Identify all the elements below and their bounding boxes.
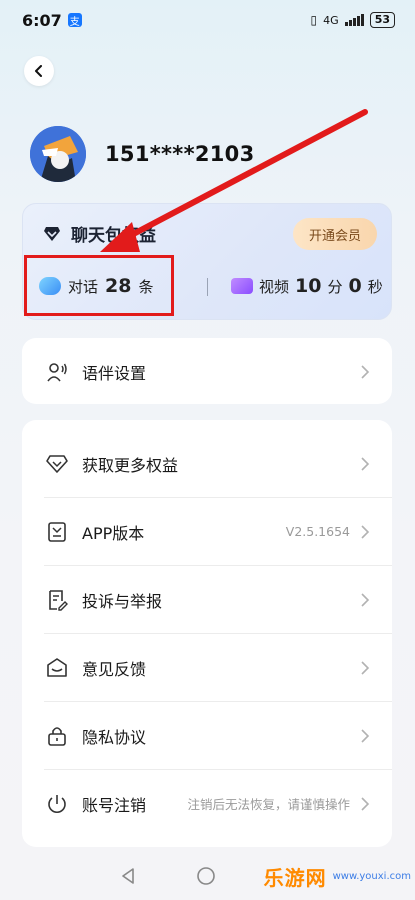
watermark-logo: 乐游网 www.youxi.com (241, 854, 411, 898)
status-bar: 6:07 支 ▯ 4G 53 (0, 0, 415, 40)
chevron-right-icon (361, 592, 370, 607)
status-left: 6:07 支 (22, 11, 82, 30)
home-circle-icon[interactable] (196, 866, 216, 886)
watermark-main: 乐游网 (263, 865, 327, 890)
vibrate-icon: ▯ (310, 13, 318, 27)
chevron-right-icon (361, 456, 370, 471)
chevron-right-icon (361, 796, 370, 811)
vip-button[interactable]: 开通会员 (293, 218, 377, 250)
menu-item-privacy[interactable]: 隐私协议 (22, 702, 392, 769)
feedback-icon (46, 657, 68, 679)
video-stat[interactable]: 视频 10 分 0 秒 (231, 275, 383, 297)
chevron-left-icon (35, 65, 42, 77)
video-minutes-unit: 分 (327, 277, 343, 296)
chevron-right-icon (361, 364, 370, 379)
companion-settings-card: 语伴设置 (22, 338, 392, 404)
menu-item-app-version[interactable]: APP版本 V2.5.1654 (22, 498, 392, 565)
diamond-icon (46, 453, 68, 475)
alipay-icon: 支 (67, 13, 82, 28)
menu-item-delete-account[interactable]: 账号注销 注销后无法恢复，请谨慎操作 (22, 770, 392, 837)
benefit-title-text: 聊天包权益 (71, 226, 156, 246)
chevron-right-icon (361, 524, 370, 539)
chevron-right-icon (361, 728, 370, 743)
battery-icon: 53 (369, 12, 395, 28)
menu-item-feedback[interactable]: 意见反馈 (22, 634, 392, 701)
menu-card: 获取更多权益 APP版本 V2.5.1654 投诉与举报 意见反馈 隐私协议 账… (22, 420, 392, 847)
status-right: ▯ 4G 53 (311, 12, 395, 28)
back-triangle-icon[interactable] (120, 867, 136, 885)
annotation-highlight-box (24, 255, 174, 316)
benefit-title: 聊天包权益 (43, 221, 156, 246)
avatar[interactable] (30, 126, 86, 182)
menu-item-label: 意见反馈 (82, 659, 147, 679)
watermark-sub: www.youxi.com (332, 870, 411, 882)
menu-item-value: V2.5.1654 (285, 524, 350, 539)
menu-item-label: APP版本 (82, 523, 145, 543)
video-minutes: 10 (295, 275, 322, 297)
signal-icon (344, 14, 364, 26)
status-time: 6:07 (22, 10, 62, 30)
network-label: 4G (323, 13, 339, 27)
version-icon (46, 521, 68, 543)
power-icon (46, 793, 68, 815)
video-seconds: 0 (348, 275, 362, 297)
companion-voice-icon (46, 361, 68, 383)
report-icon (46, 589, 68, 611)
back-button[interactable] (24, 56, 54, 86)
avatar-illustration-icon (30, 126, 86, 182)
video-label: 视频 (259, 277, 290, 296)
video-camera-icon (231, 278, 253, 294)
companion-settings-row[interactable]: 语伴设置 (22, 338, 392, 405)
menu-item-value: 注销后无法恢复，请谨慎操作 (187, 797, 350, 812)
menu-item-more-benefits[interactable]: 获取更多权益 (22, 430, 392, 497)
video-seconds-unit: 秒 (367, 277, 383, 296)
menu-item-label: 隐私协议 (82, 727, 147, 747)
menu-item-label: 投诉与举报 (82, 591, 163, 611)
lock-icon (46, 725, 68, 747)
phone-number: 151****2103 (105, 142, 255, 166)
companion-settings-label: 语伴设置 (82, 363, 147, 383)
menu-item-report[interactable]: 投诉与举报 (22, 566, 392, 633)
chevron-right-icon (361, 660, 370, 675)
menu-item-label: 获取更多权益 (82, 455, 179, 475)
stat-divider (207, 278, 208, 296)
diamond-badge-icon (44, 226, 60, 241)
menu-item-label: 账号注销 (82, 795, 147, 815)
